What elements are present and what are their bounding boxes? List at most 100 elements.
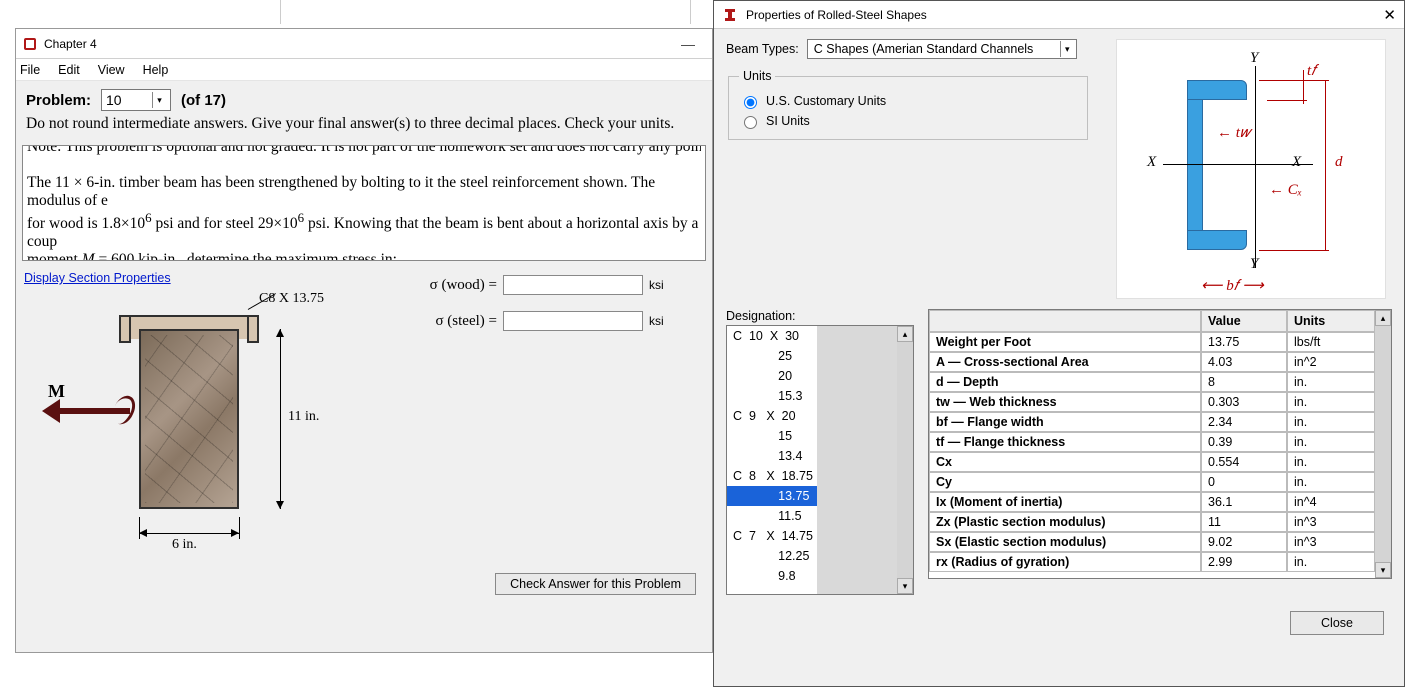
problem-count: (of 17) xyxy=(181,92,226,109)
prop-value: 0 xyxy=(1201,472,1287,492)
c-shape-icon xyxy=(1187,80,1259,250)
prop-units: lbs/ft xyxy=(1287,332,1375,352)
prop-units: in^3 xyxy=(1287,512,1375,532)
unit-wood: ksi xyxy=(649,278,664,292)
close-button[interactable]: Close xyxy=(1290,611,1384,635)
problem-dropdown[interactable]: 10 ▾ xyxy=(101,89,171,111)
prop-name: tf — Flange thickness xyxy=(929,432,1201,452)
prop-name: Weight per Foot xyxy=(929,332,1201,352)
prop-name: bf — Flange width xyxy=(929,412,1201,432)
prop-units: in^2 xyxy=(1287,352,1375,372)
chapter-window: Chapter 4 — File Edit View Help Problem:… xyxy=(15,28,713,653)
list-item[interactable]: C 8 X 18.75 xyxy=(727,466,817,486)
window-title: Chapter 4 xyxy=(44,37,97,51)
list-item[interactable]: 20 xyxy=(727,366,817,386)
width-label: 6 in. xyxy=(172,537,197,553)
list-item[interactable]: 12.25 xyxy=(727,546,817,566)
problem-text-box: Note: This problem is optional and not g… xyxy=(22,145,706,261)
radio-us-label: U.S. Customary Units xyxy=(766,94,886,108)
prop-value: 0.39 xyxy=(1201,432,1287,452)
props-titlebar: Properties of Rolled-Steel Shapes ✕ xyxy=(714,1,1404,29)
list-item[interactable]: C 10 X 30 xyxy=(727,326,817,346)
sigma-wood-label: σ (wood) = xyxy=(402,277,497,294)
properties-table: Value Units Weight per Foot13.75lbs/ftA … xyxy=(928,309,1392,579)
listbox-pad xyxy=(817,326,897,594)
table-row: tf — Flange thickness0.39in. xyxy=(929,432,1375,452)
col-blank xyxy=(929,310,1201,332)
prop-units: in^4 xyxy=(1287,492,1375,512)
ptext-2: for wood is 1.8×106 psi and for steel 29… xyxy=(27,210,701,251)
list-item[interactable]: C 7 X 14.75 xyxy=(727,526,817,546)
list-item[interactable]: 15 xyxy=(727,426,817,446)
menu-file[interactable]: File xyxy=(20,63,40,77)
list-item[interactable]: C 9 X 20 xyxy=(727,406,817,426)
prop-name: Zx (Plastic section modulus) xyxy=(929,512,1201,532)
scroll-down-icon[interactable]: ▾ xyxy=(897,578,913,594)
sigma-steel-input[interactable] xyxy=(503,311,643,331)
ptext-3: moment M = 600 kip-in., determine the ma… xyxy=(27,251,701,261)
prop-name: Ix (Moment of inertia) xyxy=(929,492,1201,512)
table-scrollbar[interactable]: ▴ ▾ xyxy=(1375,310,1391,578)
X-left-label: X xyxy=(1147,154,1156,171)
table-row: tw — Web thickness0.303in. xyxy=(929,392,1375,412)
radio-si-units[interactable] xyxy=(744,116,757,129)
table-row: Cx0.554in. xyxy=(929,452,1375,472)
list-item[interactable]: 11.5 xyxy=(727,506,817,526)
scrollbar[interactable]: ▴ ▾ xyxy=(897,326,913,594)
menu-edit[interactable]: Edit xyxy=(58,63,80,77)
problem-selector-row: Problem: 10 ▾ (of 17) xyxy=(16,81,712,115)
minimize-button[interactable]: — xyxy=(670,36,706,52)
beam-type-value: C Shapes (Amerian Standard Channels xyxy=(814,42,1034,56)
close-icon[interactable]: ✕ xyxy=(1383,6,1396,24)
tf-label: t𝑓 xyxy=(1307,62,1316,80)
beam-types-label: Beam Types: xyxy=(726,42,799,56)
channel-diagram: Y t𝑓 ← t𝑤 X X d ← Cₓ Y ⟵ b𝑓 ⟶ xyxy=(1116,39,1386,299)
list-item[interactable]: 25 xyxy=(727,346,817,366)
table-row: A — Cross-sectional Area4.03in^2 xyxy=(929,352,1375,372)
beam-type-dropdown[interactable]: C Shapes (Amerian Standard Channels ▾ xyxy=(807,39,1077,59)
problem-label: Problem: xyxy=(26,92,91,109)
list-item[interactable]: 9.8 xyxy=(727,566,817,586)
app-icon xyxy=(22,36,38,52)
beam-figure: C8 X 13.75 11 in. 6 in. M xyxy=(24,285,384,565)
problem-number: 10 xyxy=(106,92,122,108)
scroll-down-icon[interactable]: ▾ xyxy=(1375,562,1391,578)
tw-label: ← t𝑤 xyxy=(1217,124,1250,142)
designation-label: Designation: xyxy=(726,309,918,323)
titlebar: Chapter 4 — xyxy=(16,29,712,59)
prop-units: in. xyxy=(1287,392,1375,412)
prop-units: in. xyxy=(1287,552,1375,572)
prop-name: tw — Web thickness xyxy=(929,392,1201,412)
ibeam-icon xyxy=(722,7,738,23)
prop-value: 13.75 xyxy=(1201,332,1287,352)
menu-view[interactable]: View xyxy=(98,63,125,77)
table-row: Ix (Moment of inertia)36.1in^4 xyxy=(929,492,1375,512)
radio-us-units[interactable] xyxy=(744,96,757,109)
prop-name: rx (Radius of gyration) xyxy=(929,552,1201,572)
Cx-label: ← Cₓ xyxy=(1269,182,1302,199)
prop-units: in^3 xyxy=(1287,532,1375,552)
table-row: d — Depth8in. xyxy=(929,372,1375,392)
check-answer-button[interactable]: Check Answer for this Problem xyxy=(495,573,696,595)
prop-value: 0.303 xyxy=(1201,392,1287,412)
d-label: d xyxy=(1335,154,1343,171)
scroll-up-icon[interactable]: ▴ xyxy=(897,326,913,342)
chevron-down-icon: ▾ xyxy=(1060,41,1074,57)
scroll-up-icon[interactable]: ▴ xyxy=(1375,310,1391,326)
list-item[interactable]: 13.4 xyxy=(727,446,817,466)
figure-panel: Display Section Properties C8 X 13.75 11… xyxy=(24,271,394,565)
col-units: Units xyxy=(1287,310,1375,332)
list-item[interactable]: 15.3 xyxy=(727,386,817,406)
sigma-wood-input[interactable] xyxy=(503,275,643,295)
menu-help[interactable]: Help xyxy=(143,63,169,77)
height-label: 11 in. xyxy=(288,409,319,425)
prop-value: 36.1 xyxy=(1201,492,1287,512)
prop-value: 9.02 xyxy=(1201,532,1287,552)
prop-name: Sx (Elastic section modulus) xyxy=(929,532,1201,552)
col-value: Value xyxy=(1201,310,1287,332)
list-item[interactable]: 13.75 xyxy=(727,486,817,506)
display-section-link[interactable]: Display Section Properties xyxy=(24,271,171,285)
ptext-1: The 11 × 6-in. timber beam has been stre… xyxy=(27,174,701,210)
designation-listbox[interactable]: C 10 X 30 25 20 15.3C 9 X 20 15 13.4C 8 … xyxy=(726,325,914,595)
instructions-text: Do not round intermediate answers. Give … xyxy=(16,115,712,139)
